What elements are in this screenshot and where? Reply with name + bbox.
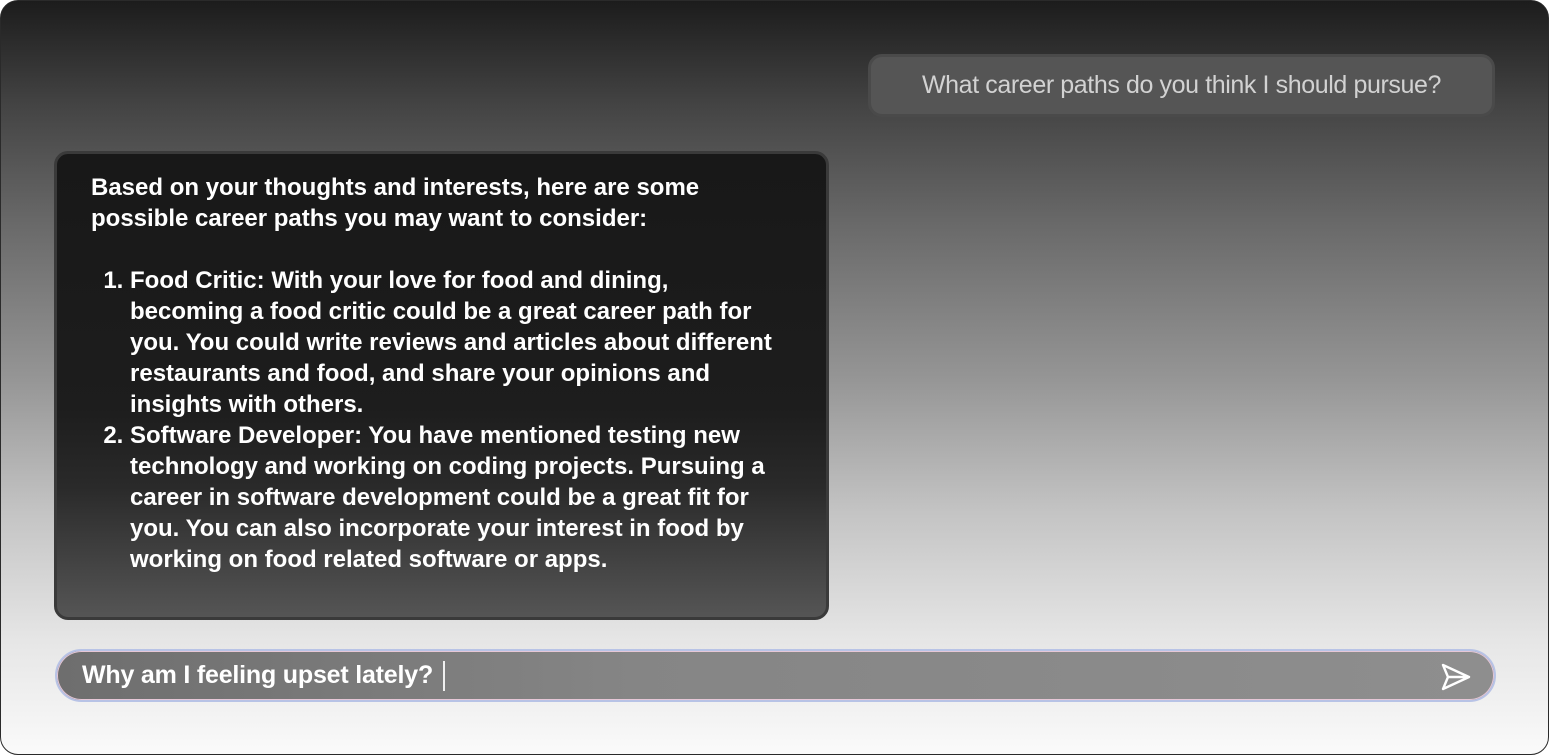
- message-input[interactable]: Why am I feeling upset lately?: [55, 649, 1496, 702]
- chat-window: What career paths do you think I should …: [0, 0, 1549, 755]
- user-message-bubble: What career paths do you think I should …: [868, 54, 1495, 117]
- assistant-message-bubble: Based on your thoughts and interests, he…: [54, 151, 829, 620]
- career-list: Food Critic: With your love for food and…: [91, 265, 781, 575]
- send-icon: [1441, 663, 1471, 691]
- text-caret: [443, 660, 446, 691]
- list-item: Software Developer: You have mentioned t…: [130, 420, 781, 575]
- assistant-intro-text: Based on your thoughts and interests, he…: [91, 174, 700, 232]
- message-input-value[interactable]: Why am I feeling upset lately?: [82, 661, 433, 690]
- list-item: Food Critic: With your love for food and…: [130, 265, 781, 420]
- user-message-text: What career paths do you think I should …: [921, 71, 1442, 99]
- send-button[interactable]: [1440, 662, 1472, 692]
